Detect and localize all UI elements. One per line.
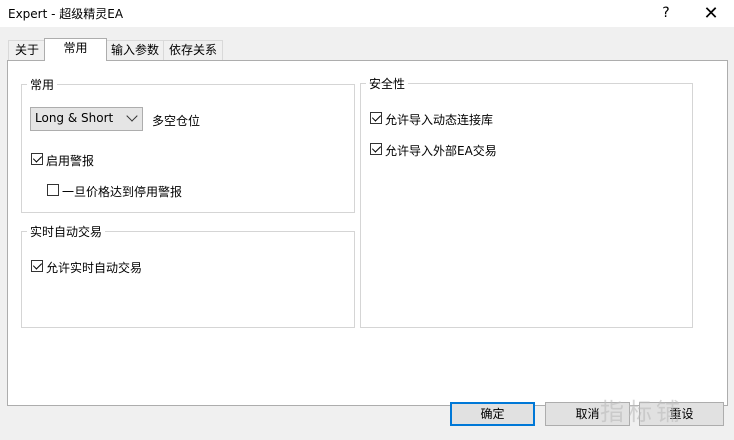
tab-panel: 常用 Long & Short 多空仓位 启用警报 一旦价格达到停用警报 实时自… [7, 60, 728, 406]
tab-general[interactable]: 常用 [44, 38, 107, 61]
disable-on-stop-label: 一旦价格达到停用警报 [62, 185, 183, 199]
checkbox-checked-icon [31, 153, 43, 165]
allow-live-trading-label: 允许实时自动交易 [46, 261, 143, 275]
position-label: 多空仓位 [152, 114, 201, 128]
position-select-value: Long & Short [35, 111, 114, 125]
close-button[interactable]: ✕ [691, 0, 731, 27]
enable-alerts-label: 启用警报 [46, 154, 95, 168]
tab-bar: 关于 常用 输入参数 依存关系 [0, 38, 734, 61]
tab-about[interactable]: 关于 [8, 40, 46, 60]
title-bar: Expert - 超级精灵EA ? ✕ [0, 0, 734, 27]
help-button[interactable]: ? [646, 0, 686, 27]
checkbox-checked-icon [31, 260, 43, 272]
general-group: 常用 Long & Short 多空仓位 启用警报 一旦价格达到停用警报 [21, 76, 355, 213]
allow-dll-label: 允许导入动态连接库 [385, 113, 494, 127]
window-title: Expert - 超级精灵EA [8, 7, 124, 21]
security-legend: 安全性 [366, 75, 409, 92]
watermark: 指标铺 [600, 398, 684, 426]
live-trading-group: 实时自动交易 允许实时自动交易 [21, 223, 355, 328]
position-select[interactable]: Long & Short [30, 107, 143, 131]
general-legend: 常用 [27, 76, 58, 93]
checkbox-checked-icon [370, 143, 382, 155]
checkbox-checked-icon [370, 112, 382, 124]
security-group: 安全性 允许导入动态连接库 允许导入外部EA交易 [360, 75, 693, 328]
ok-button[interactable]: 确定 [450, 402, 535, 426]
chevron-down-icon [126, 110, 138, 122]
tab-dependencies[interactable]: 依存关系 [163, 40, 223, 60]
live-trading-legend: 实时自动交易 [27, 223, 106, 240]
allow-external-ea-label: 允许导入外部EA交易 [385, 144, 497, 158]
tab-inputs[interactable]: 输入参数 [105, 40, 165, 60]
checkbox-unchecked-icon [47, 184, 59, 196]
